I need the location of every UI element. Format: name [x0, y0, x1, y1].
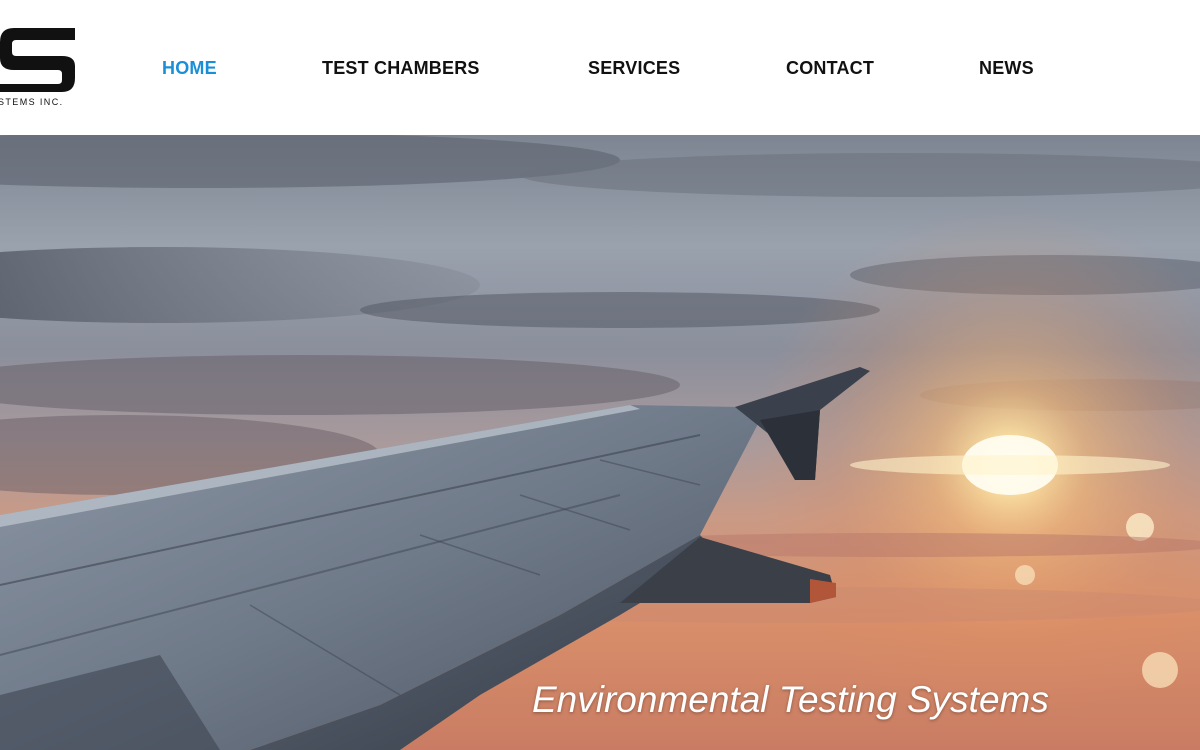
company-logo[interactable]: STEMS INC. [0, 22, 90, 112]
nav-home[interactable]: HOME [162, 58, 217, 79]
airplane-wing-sunset-image [0, 135, 1200, 750]
hero-caption: Environmental Testing Systems [532, 679, 1049, 720]
nav-services[interactable]: SERVICES [588, 58, 680, 79]
site-header: STEMS INC. HOME TEST CHAMBERS SERVICES C… [0, 0, 1200, 135]
nav-contact[interactable]: CONTACT [786, 58, 874, 79]
nav-news[interactable]: NEWS [979, 58, 1034, 79]
logo-tagline: STEMS INC. [0, 97, 64, 107]
hero-banner: Environmental Testing Systems [0, 135, 1200, 750]
nav-test-chambers[interactable]: TEST CHAMBERS [322, 58, 480, 79]
